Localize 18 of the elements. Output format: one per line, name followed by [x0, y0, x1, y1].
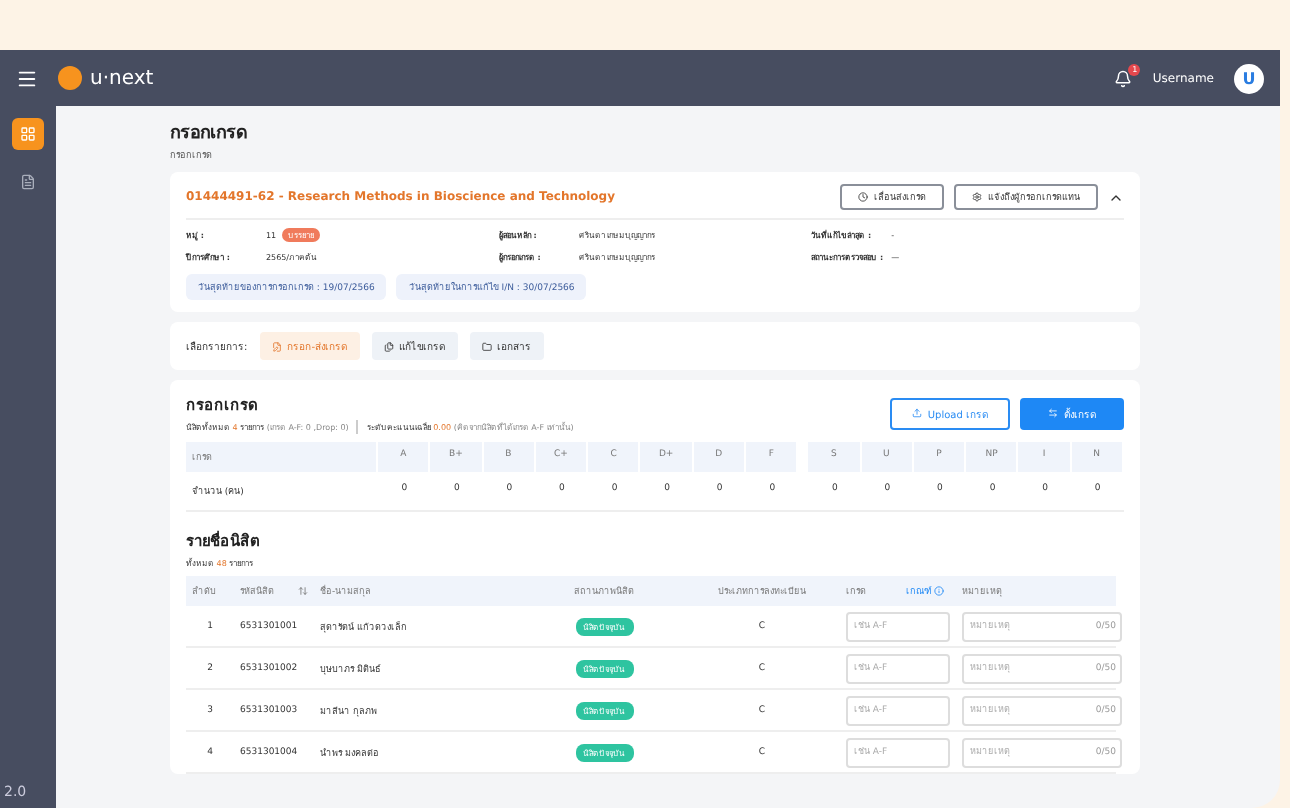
notification-bell-icon[interactable]: [1114, 69, 1133, 87]
swap-arrows-icon: [1048, 408, 1058, 418]
menu-icon[interactable]: [16, 67, 38, 89]
sort-icon[interactable]: [298, 586, 308, 596]
upload-icon: [911, 408, 922, 418]
page-title: กรอกเกรด: [170, 122, 250, 146]
edit-document-icon: [271, 341, 282, 351]
logo-icon: [58, 66, 82, 90]
user-avatar[interactable]: U: [1234, 63, 1264, 93]
document-icon: [20, 174, 36, 190]
documents-icon: [383, 341, 393, 351]
gear-icon: [972, 192, 982, 202]
folder-icon: [481, 341, 491, 351]
grid-icon: [20, 126, 36, 142]
logo-text: u·next: [90, 67, 154, 89]
clock-icon: [858, 192, 868, 202]
info-icon: [934, 586, 944, 596]
sidebar-item[interactable]: [12, 118, 44, 150]
